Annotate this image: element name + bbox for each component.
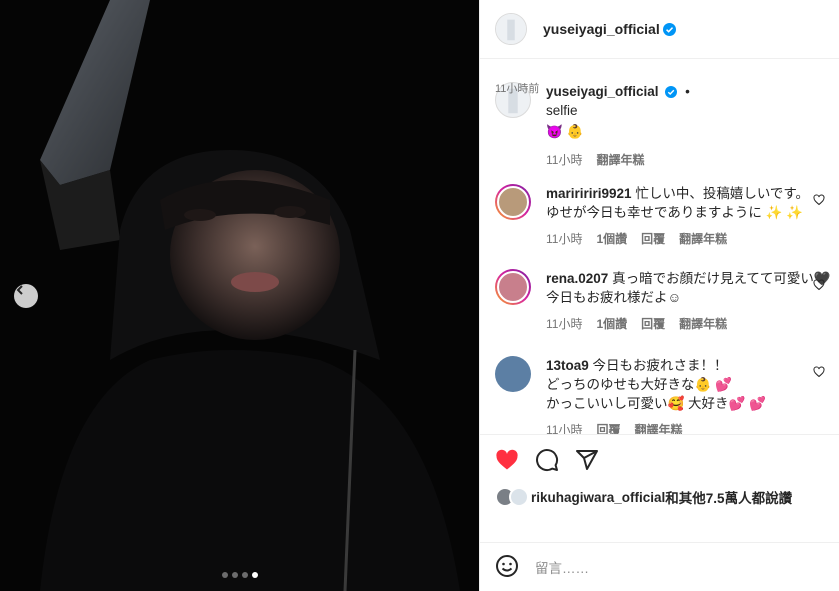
translate-link[interactable]: 翻譯年糕 [634,421,682,434]
likes-summary: rikuhagiwara_official 和其他7.5萬人都說讚 [495,487,792,507]
liker-username[interactable]: rikuhagiwara_official [531,490,665,505]
comment-text: 忙しい中、投稿嬉しいです。 [631,186,810,201]
reply-button[interactable]: 回覆 [641,315,665,334]
comment-button[interactable] [535,448,559,475]
comment-time[interactable]: 11小時 [546,315,582,334]
translate-link[interactable]: 翻譯年糕 [679,315,727,334]
chevron-left-icon [16,285,23,295]
carousel-dot [222,572,228,578]
caption-text: selfie [546,103,578,118]
post-header: yuseiyagi_official [480,0,839,59]
comment-time[interactable]: 11小時 [546,230,582,249]
comment-bubble-icon [536,449,559,472]
comment-likes[interactable]: 1個讚 [596,230,627,249]
comment-text-line: かっこいいし可愛い🥰 大好き💕 💕 [546,396,766,411]
post-photo [0,0,479,591]
comment-avatar[interactable] [495,356,531,392]
likes-count[interactable]: 和其他7.5萬人都說讚 [665,487,792,507]
posted-time[interactable]: 11小時前 [495,80,539,96]
comment-input[interactable]: 留言…… [535,557,589,577]
comment-text-line: 今日もお疲れ様だよ☺︎ [546,290,682,305]
comment-username[interactable]: mariririri9921 [546,186,632,201]
comment-text: 真っ暗でお顔だけ見えてて可愛い🖤 [608,271,831,286]
comment-like-heart-icon[interactable] [813,366,825,381]
selfie-image [0,0,479,591]
translate-link[interactable]: 翻譯年糕 [679,230,727,249]
comment-text-line: どっちのゆせも大好きな👶 💕 [546,377,732,392]
comment-likes[interactable]: 1個讚 [596,315,627,334]
caption-time[interactable]: 11小時 [546,151,582,170]
like-button[interactable] [495,448,519,475]
reply-button[interactable]: 回覆 [596,421,620,434]
previous-photo-button[interactable] [14,284,38,308]
verified-badge-icon [665,86,678,99]
liker-avatar [509,487,529,507]
comment-composer: 留言…… [480,542,839,591]
author-photo-icon [496,14,526,44]
carousel-dot [232,572,238,578]
emoji-button[interactable] [495,554,519,581]
smiley-icon [496,554,518,577]
post-side-panel: yuseiyagi_official yuseiyagi_official • … [479,0,839,591]
comment-text: 今日もお疲れさま！！ [588,358,728,373]
comment-username[interactable]: rena.0207 [546,271,608,286]
post-actions: rikuhagiwara_official 和其他7.5萬人都說讚 [480,434,839,514]
author-username[interactable]: yuseiyagi_official [543,21,660,37]
comment-avatar[interactable] [495,269,531,305]
caption-dot: • [685,84,690,99]
comment-text-line: ゆせが今日も幸せでありますように ✨ ✨ [546,205,803,220]
heart-filled-icon [496,449,518,470]
paper-plane-icon [576,450,598,470]
comments-list: yuseiyagi_official • selfie 😈 👶 11小時 翻譯年… [480,60,839,434]
verified-badge-icon [662,22,676,36]
caption-username[interactable]: yuseiyagi_official [546,84,659,99]
share-button[interactable] [575,448,599,475]
carousel-dots [222,572,258,578]
carousel-dot-active [252,572,258,578]
caption-emoji: 😈 👶 [546,124,584,139]
comment-time[interactable]: 11小時 [546,421,582,434]
comment-avatar[interactable] [495,184,531,220]
carousel-dot [242,572,248,578]
comment-username[interactable]: 13toa9 [546,358,589,373]
author-avatar[interactable] [495,13,527,45]
translate-link[interactable]: 翻譯年糕 [596,151,644,170]
comment-like-heart-icon[interactable] [813,279,825,294]
comment-like-heart-icon[interactable] [813,194,825,209]
reply-button[interactable]: 回覆 [641,230,665,249]
